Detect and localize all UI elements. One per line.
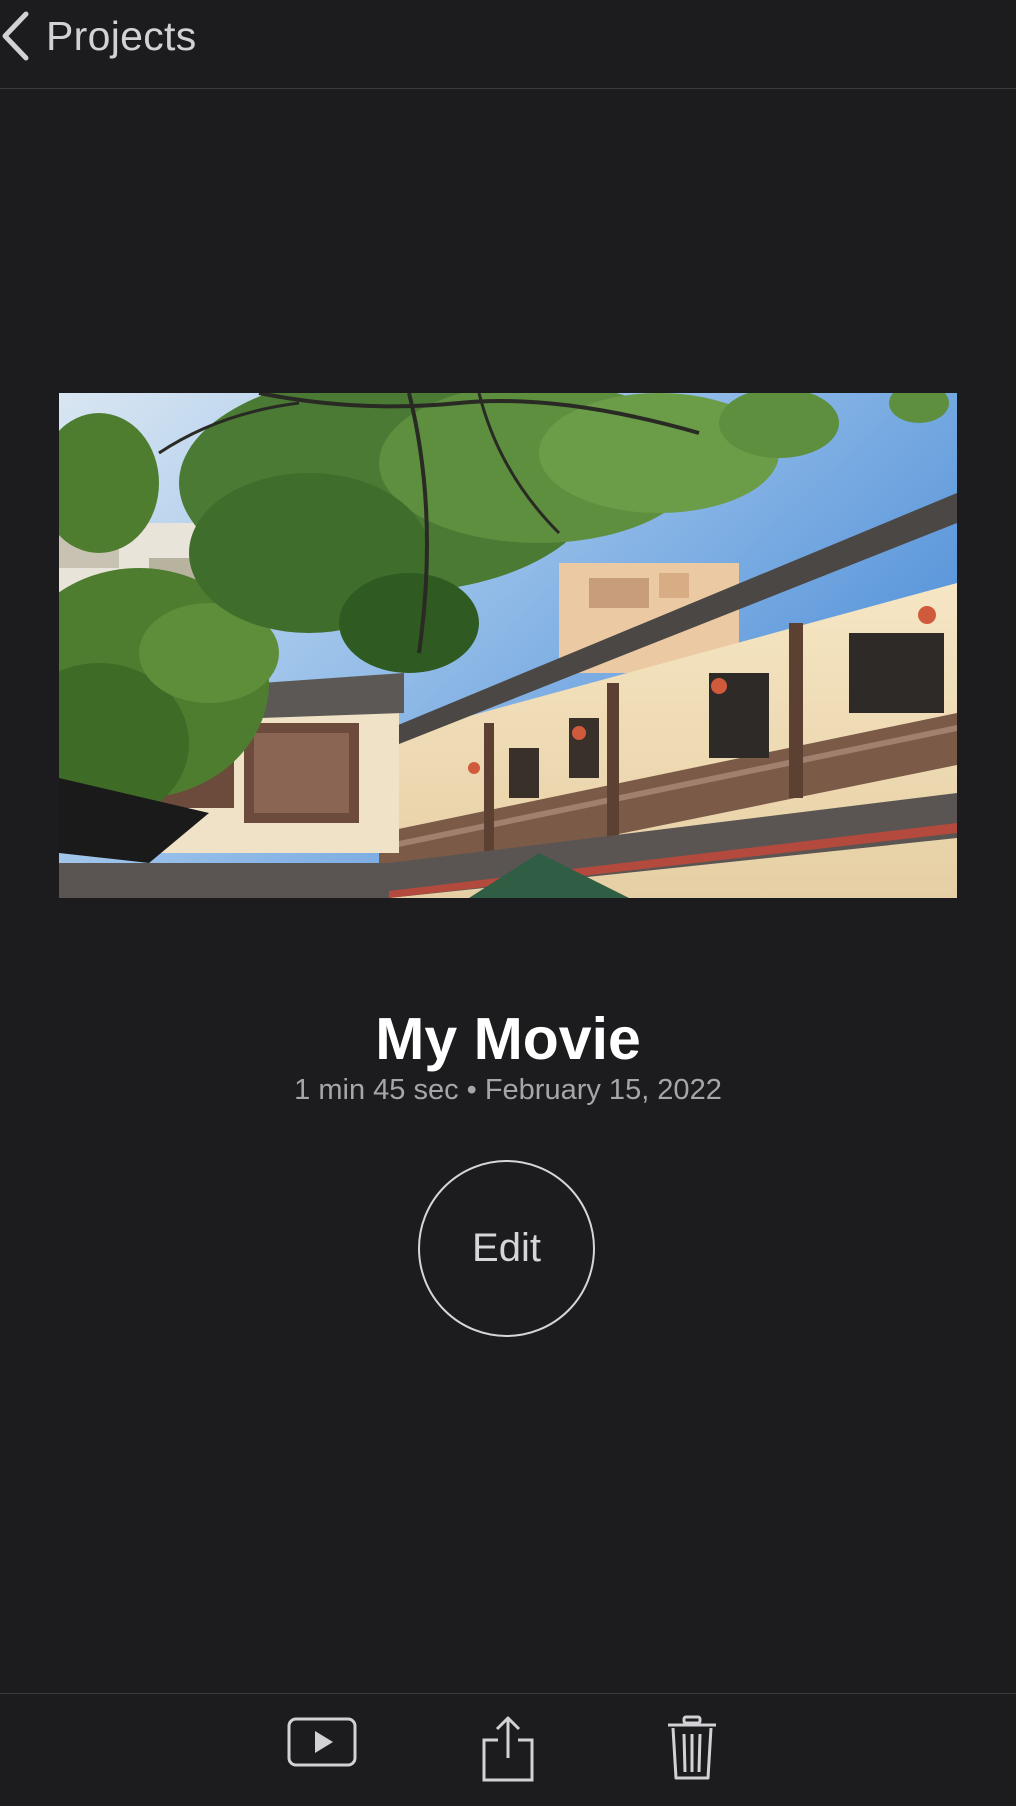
project-title: My Movie — [375, 1006, 641, 1072]
project-thumbnail — [59, 393, 957, 898]
play-button[interactable] — [286, 1714, 358, 1770]
project-subtitle: 1 min 45 sec • February 15, 2022 — [294, 1074, 722, 1106]
bottom-toolbar — [0, 1693, 1016, 1806]
back-button[interactable]: Projects — [0, 8, 197, 64]
play-icon — [286, 1714, 358, 1770]
trash-icon — [666, 1714, 718, 1782]
share-icon — [480, 1714, 536, 1784]
chevron-left-icon — [0, 8, 30, 64]
back-button-label: Projects — [46, 12, 197, 59]
delete-button[interactable] — [666, 1714, 718, 1782]
navigation-bar: Projects — [0, 0, 1016, 89]
edit-button[interactable]: Edit — [418, 1160, 595, 1337]
share-button[interactable] — [480, 1714, 536, 1784]
edit-button-label: Edit — [472, 1226, 541, 1270]
